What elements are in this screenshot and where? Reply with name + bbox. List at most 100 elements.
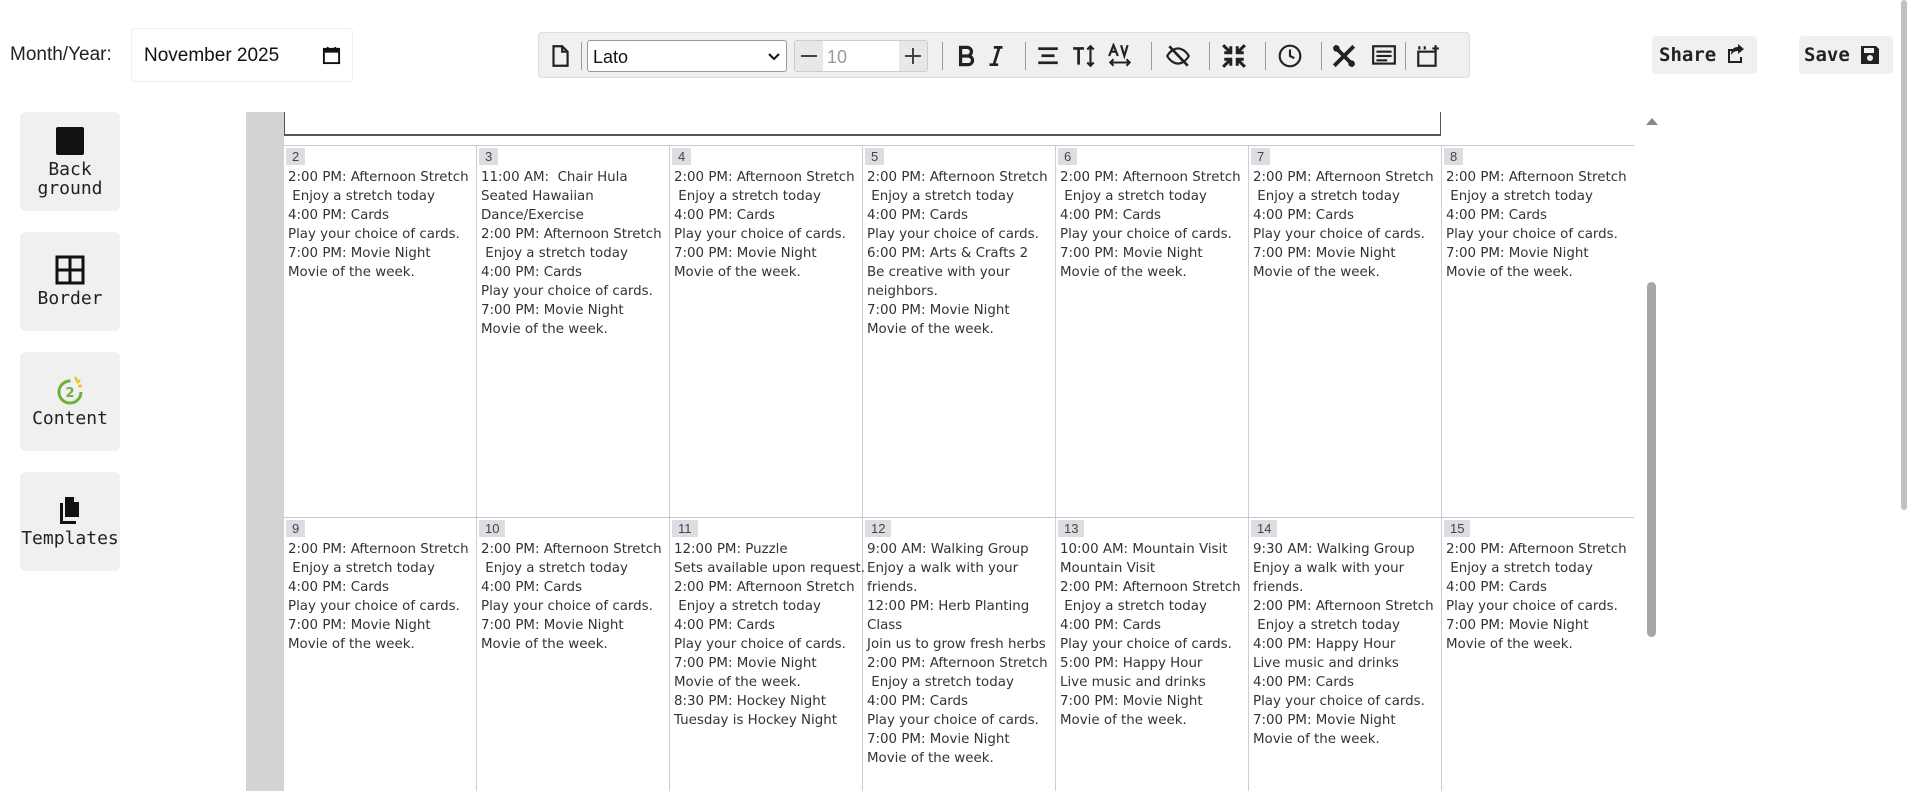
day-events[interactable]: 2:00 PM: Afternoon Stretch Enjoy a stret…	[288, 540, 474, 654]
align-center-icon[interactable]	[1033, 41, 1063, 71]
event-line: 4:00 PM: Cards	[288, 580, 390, 595]
event-line: Enjoy a walk with your	[1253, 561, 1405, 576]
calendar-scroll-thumb[interactable]	[1647, 282, 1656, 637]
tools-icon[interactable]	[1329, 41, 1359, 71]
clock-icon[interactable]	[1275, 41, 1305, 71]
content-button[interactable]: 2 Content	[20, 352, 120, 451]
day-number: 7	[1251, 148, 1271, 165]
day-cell[interactable]: 8 2:00 PM: Afternoon Stretch Enjoy a stre…	[1442, 146, 1634, 517]
event-line: Play your choice of cards.	[1253, 227, 1425, 242]
border-button[interactable]: Border	[20, 232, 120, 331]
format-toolbar: Lato 10	[538, 32, 1470, 78]
event-line: Movie of the week.	[481, 322, 608, 337]
event-line: neighbors.	[867, 284, 938, 299]
share-label: Share	[1659, 44, 1717, 66]
day-cell[interactable]: 13 10:00 AM: Mountain Visit Mountain Visit…	[1056, 518, 1249, 791]
bold-icon[interactable]	[951, 41, 981, 71]
day-events[interactable]: 2:00 PM: Afternoon Stretch Enjoy a stret…	[674, 168, 860, 282]
new-page-icon[interactable]	[545, 41, 575, 71]
day-number: 5	[865, 148, 885, 165]
day-cell[interactable]: 5 2:00 PM: Afternoon Stretch Enjoy a stre…	[863, 146, 1056, 517]
event-line: 7:00 PM: Movie Night	[867, 732, 1010, 747]
toolbar-divider	[1321, 42, 1322, 70]
calendar-scrollbar[interactable]	[1643, 112, 1659, 791]
event-line: 6:00 PM: Arts & Crafts 2	[867, 246, 1029, 261]
day-events[interactable]: 2:00 PM: Afternoon Stretch Enjoy a stret…	[1060, 168, 1246, 282]
top-bar: Month/Year: November 2025 Lato 10 Share …	[0, 0, 1907, 110]
event-line: 4:00 PM: Cards	[1060, 208, 1162, 223]
page-scroll-thumb[interactable]	[1901, 0, 1907, 510]
day-events[interactable]: 2:00 PM: Afternoon Stretch Enjoy a stret…	[867, 168, 1053, 339]
day-cell[interactable]: 10 2:00 PM: Afternoon Stretch Enjoy a str…	[477, 518, 670, 791]
day-cell[interactable]: 12 9:00 AM: Walking Group Enjoy a walk wit…	[863, 518, 1056, 791]
day-events[interactable]: 2:00 PM: Afternoon Stretch Enjoy a stret…	[1446, 168, 1632, 282]
day-events[interactable]: 2:00 PM: Afternoon Stretch Enjoy a stret…	[1446, 540, 1632, 654]
day-number: 10	[479, 520, 506, 537]
day-cell[interactable]: 3 11:00 AM: Chair Hula Seated Hawaiian Danc…	[477, 146, 670, 517]
font-family-select[interactable]: Lato	[587, 40, 787, 72]
event-line: Movie of the week.	[867, 751, 994, 766]
eye-slash-icon[interactable]	[1163, 41, 1193, 71]
day-events[interactable]: 9:30 AM: Walking Group Enjoy a walk with …	[1253, 540, 1439, 749]
day-cell[interactable]: 9 2:00 PM: Afternoon Stretch Enjoy a stre…	[284, 518, 477, 791]
day-cell[interactable]: 7 2:00 PM: Afternoon Stretch Enjoy a stre…	[1249, 146, 1442, 517]
share-button[interactable]: Share	[1652, 36, 1757, 74]
event-line: 7:00 PM: Movie Night	[1060, 694, 1203, 709]
decrease-size-button[interactable]	[795, 41, 823, 71]
calendar-icon[interactable]	[322, 46, 341, 65]
toolbar-divider	[942, 42, 943, 70]
day-cell[interactable]: 11 12:00 PM: Puzzle Sets available upon re…	[670, 518, 865, 791]
event-line: Play your choice of cards.	[1446, 599, 1618, 614]
save-button[interactable]: Save	[1799, 36, 1893, 74]
day-events[interactable]: 12:00 PM: Puzzle Sets available upon requ…	[674, 540, 865, 730]
event-line: Movie of the week.	[481, 637, 608, 652]
save-label: Save	[1804, 44, 1850, 66]
day-cell[interactable]: 15 2:00 PM: Afternoon Stretch Enjoy a str…	[1442, 518, 1634, 791]
templates-button[interactable]: Templates	[20, 472, 120, 571]
event-line: Play your choice of cards.	[288, 599, 460, 614]
day-events[interactable]: 2:00 PM: Afternoon Stretch Enjoy a stret…	[288, 168, 474, 282]
event-line: 4:00 PM: Cards	[674, 208, 776, 223]
line-height-icon[interactable]	[1069, 41, 1099, 71]
week-row: 2 2:00 PM: Afternoon Stretch Enjoy a stre…	[284, 145, 1634, 517]
day-cell[interactable]: 4 2:00 PM: Afternoon Stretch Enjoy a stre…	[670, 146, 863, 517]
month-year-label: Month/Year:	[10, 44, 112, 65]
day-cell[interactable]: 14 9:30 AM: Walking Group Enjoy a walk wit…	[1249, 518, 1442, 791]
insert-element-icon[interactable]	[1413, 41, 1443, 71]
event-line: 2:00 PM: Afternoon Stretch	[1060, 580, 1241, 595]
day-number: 12	[865, 520, 892, 537]
event-line: 7:00 PM: Movie Night	[481, 618, 624, 633]
event-line: Play your choice of cards.	[674, 637, 846, 652]
day-events[interactable]: 2:00 PM: Afternoon Stretch Enjoy a stret…	[481, 540, 667, 654]
increase-size-button[interactable]	[899, 41, 927, 71]
event-line: 2:00 PM: Afternoon Stretch	[867, 656, 1048, 671]
day-cell[interactable]: 2 2:00 PM: Afternoon Stretch Enjoy a stre…	[284, 146, 477, 517]
day-events[interactable]: 10:00 AM: Mountain Visit Mountain Visit 2:…	[1060, 540, 1246, 730]
minus-icon	[801, 55, 817, 57]
chevron-down-icon	[768, 53, 780, 61]
day-events[interactable]: 9:00 AM: Walking Group Enjoy a walk with …	[867, 540, 1053, 768]
share-icon	[1728, 44, 1745, 63]
font-size-input[interactable]: 10	[827, 47, 847, 68]
event-line: 4:00 PM: Cards	[1060, 618, 1162, 633]
month-year-input[interactable]: November 2025	[131, 28, 353, 82]
text-box-icon[interactable]	[1369, 41, 1399, 71]
event-line: 7:00 PM: Movie Night	[1446, 246, 1589, 261]
italic-icon[interactable]	[981, 41, 1011, 71]
week-gutter	[246, 112, 284, 791]
day-cell[interactable]: 6 2:00 PM: Afternoon Stretch Enjoy a stre…	[1056, 146, 1249, 517]
event-line: 4:00 PM: Cards	[481, 265, 583, 280]
compress-icon[interactable]	[1219, 41, 1249, 71]
event-line: 7:00 PM: Movie Night	[1253, 713, 1396, 728]
scroll-up-arrow-icon[interactable]	[1646, 118, 1658, 125]
content-calendar-icon: 2	[57, 376, 83, 405]
event-line: Enjoy a stretch today	[867, 189, 1014, 204]
event-line: Play your choice of cards.	[1446, 227, 1618, 242]
background-button[interactable]: Back ground	[20, 112, 120, 211]
day-events[interactable]: 2:00 PM: Afternoon Stretch Enjoy a stret…	[1253, 168, 1439, 282]
event-line: Play your choice of cards.	[674, 227, 846, 242]
event-line: Dance/Exercise	[481, 208, 584, 223]
day-events[interactable]: 11:00 AM: Chair Hula Seated Hawaiian Dance…	[481, 168, 667, 339]
letter-spacing-icon[interactable]	[1105, 41, 1135, 71]
event-line: Join us to grow fresh herbs	[867, 637, 1046, 652]
